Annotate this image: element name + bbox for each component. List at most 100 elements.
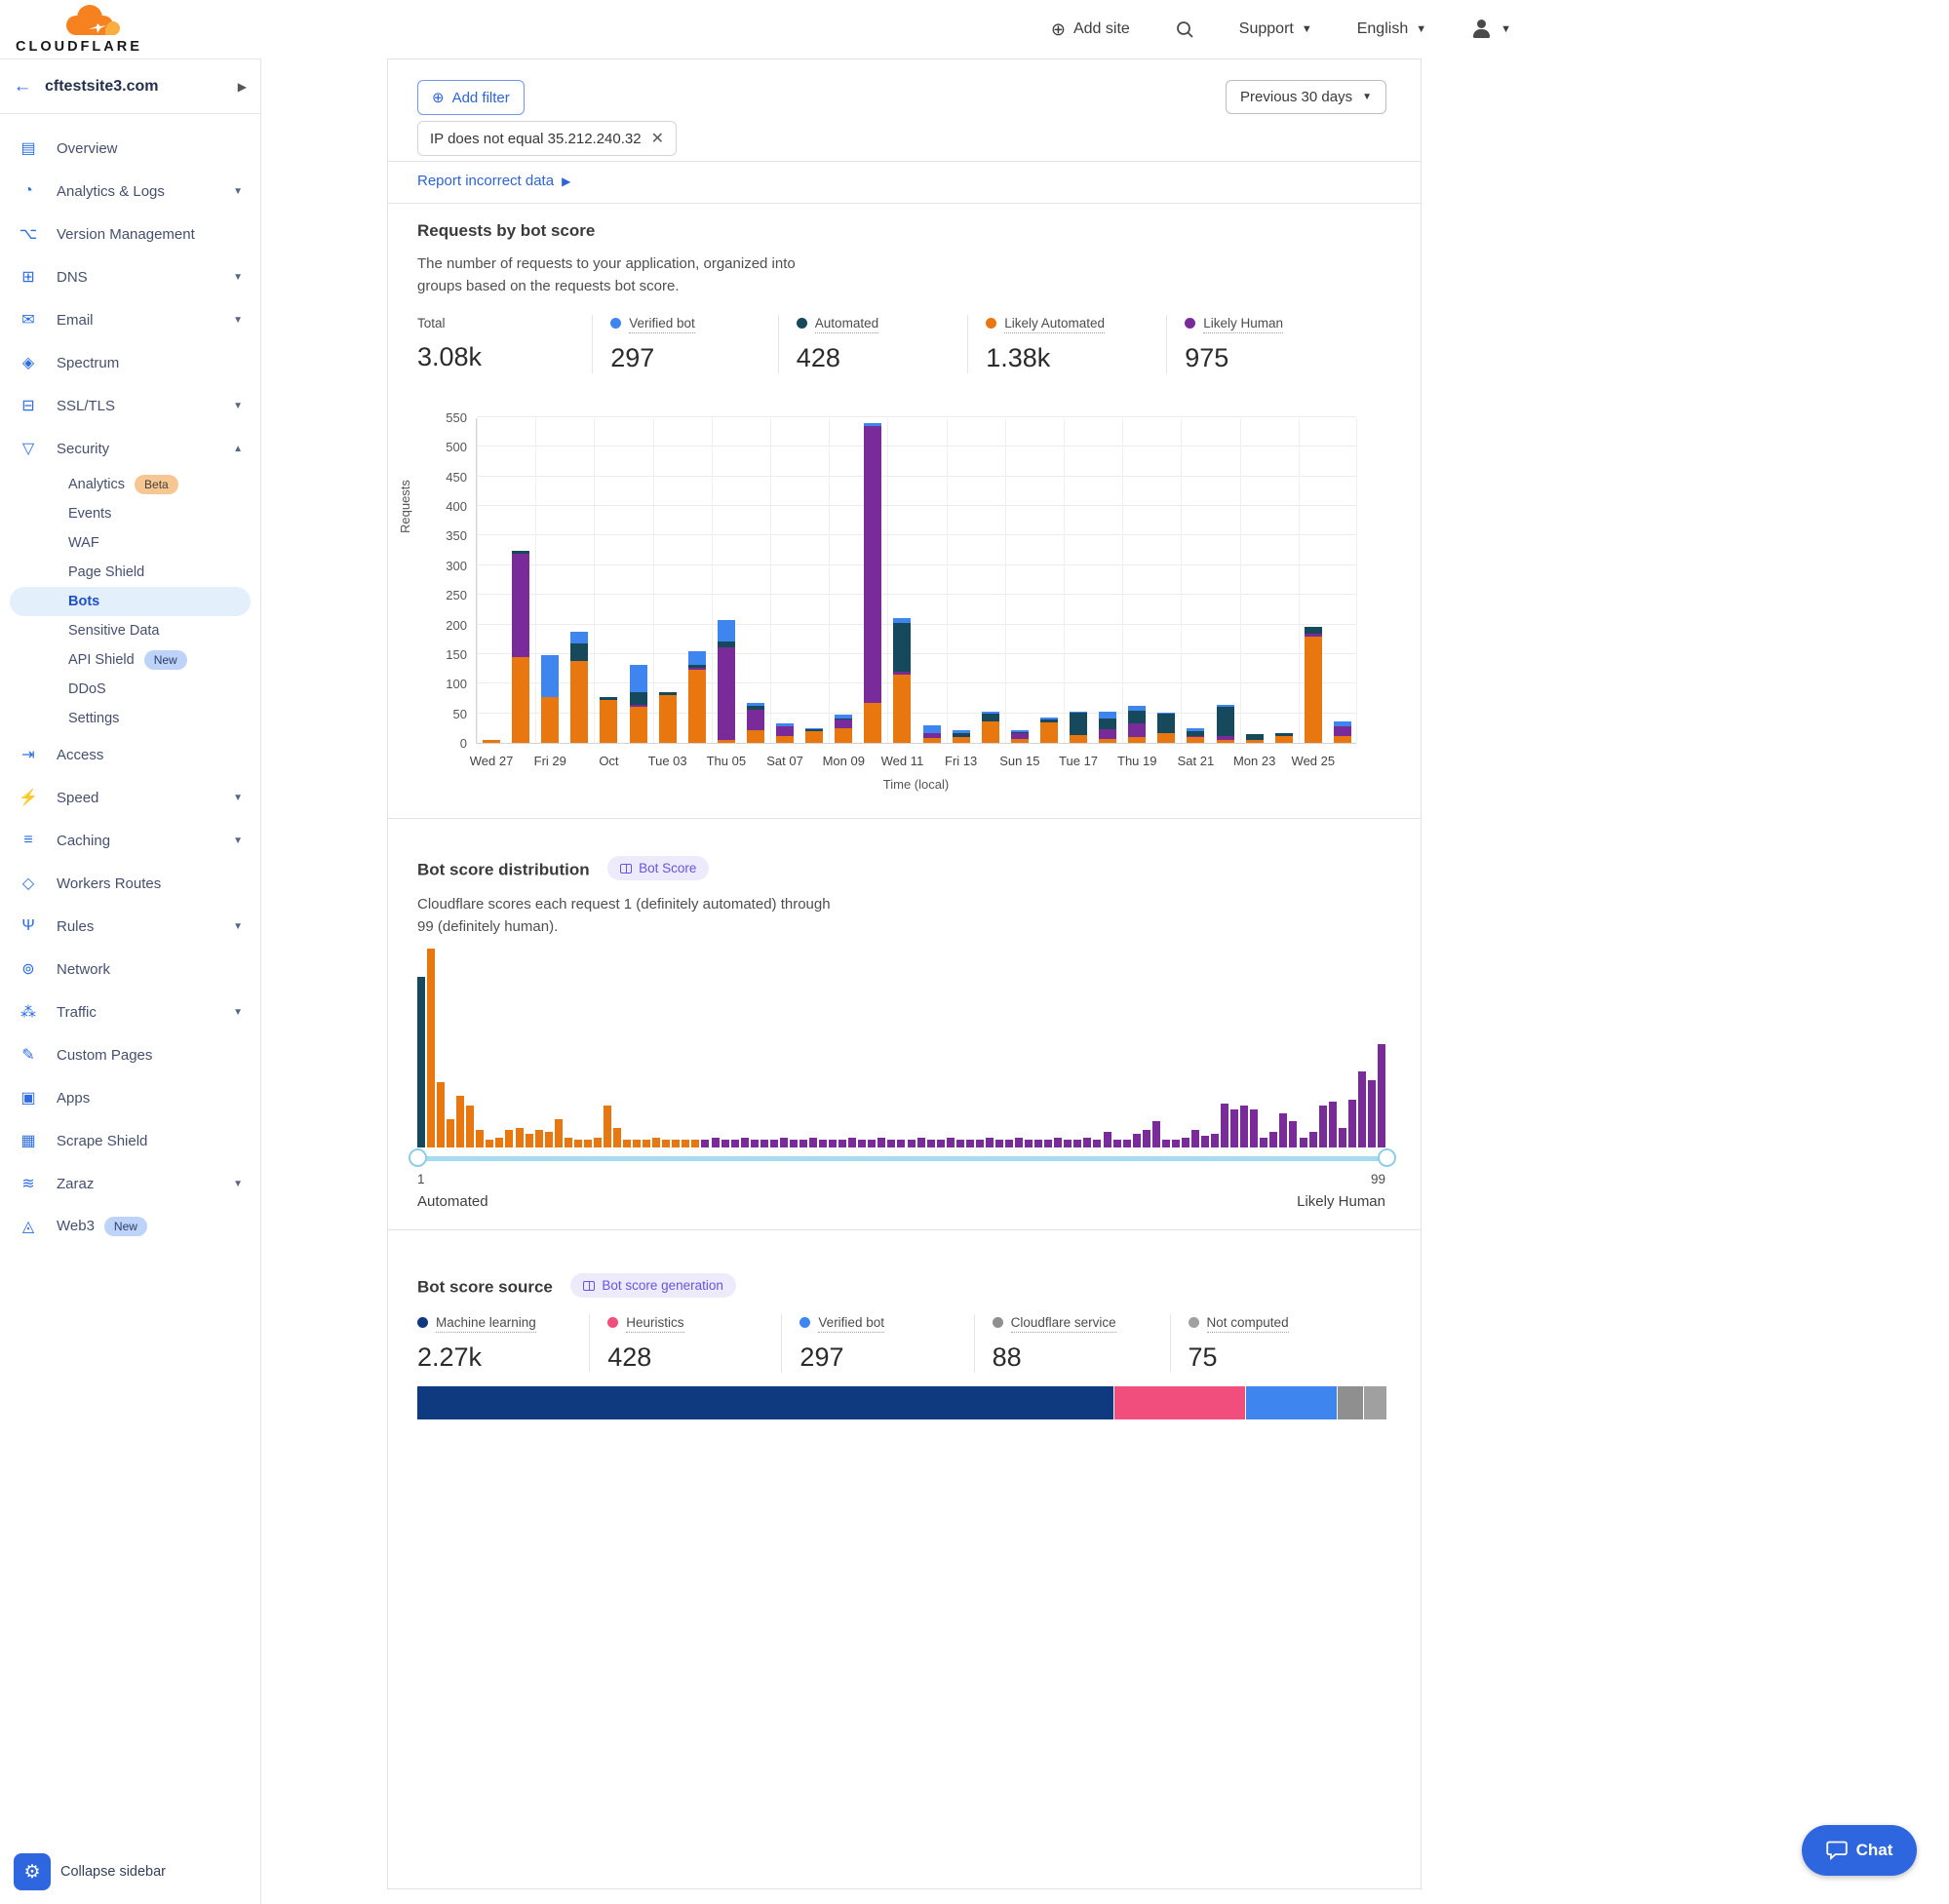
slider-handle-max[interactable] <box>1378 1148 1396 1167</box>
filter-chip[interactable]: IP does not equal 35.212.240.32 ✕ <box>417 121 677 156</box>
stat-verified-bot: Verified bot297 <box>799 1314 974 1373</box>
date-range-dropdown[interactable]: Previous 30 days ▼ <box>1226 80 1386 114</box>
sidebar-item-apps[interactable]: ▣Apps <box>0 1076 260 1119</box>
chevron-right-icon[interactable]: ▶ <box>238 80 247 94</box>
sidebar-item-network[interactable]: ⊚Network <box>0 948 260 991</box>
bot-score-generation-badge[interactable]: Bot score generation <box>570 1273 736 1298</box>
add-site-button[interactable]: ⊕ Add site <box>1051 19 1130 40</box>
histogram-bar-score-95 <box>1339 1128 1346 1147</box>
sidebar-item-security-analytics[interactable]: AnalyticsBeta <box>10 470 251 499</box>
source-segment-cloudflare-service <box>1338 1386 1365 1419</box>
gear-button[interactable]: ⚙ <box>14 1853 51 1890</box>
sidebar-item-security-bots[interactable]: Bots <box>10 587 251 616</box>
bar-segment-likely-automated <box>1128 737 1146 743</box>
sidebar-item-email[interactable]: ✉Email▼ <box>0 298 260 341</box>
sidebar-item-label: DNS <box>57 269 233 286</box>
histogram-bar-score-70 <box>1093 1140 1101 1147</box>
report-incorrect-data-link[interactable]: Report incorrect data ▶ <box>417 173 570 189</box>
sidebar-item-security-waf[interactable]: WAF <box>10 528 251 558</box>
stat-label[interactable]: Not computed <box>1207 1315 1289 1333</box>
sidebar-item-label: Traffic <box>57 1004 233 1021</box>
sidebar-item-scrape-shield[interactable]: ▦Scrape Shield <box>0 1119 260 1162</box>
sidebar-item-speed[interactable]: ⚡Speed▼ <box>0 776 260 819</box>
caching-icon: ≡ <box>0 832 57 849</box>
language-menu[interactable]: English ▼ <box>1357 20 1426 38</box>
sidebar-item-zaraz[interactable]: ≋Zaraz▼ <box>0 1162 260 1205</box>
bar-segment-likely-human <box>864 426 881 703</box>
sidebar-item-dns[interactable]: ⊞DNS▼ <box>0 255 260 298</box>
chat-button[interactable]: Chat <box>1802 1825 1917 1876</box>
search-button[interactable] <box>1175 19 1194 39</box>
stat-label[interactable]: Verified bot <box>629 316 695 333</box>
stat-label[interactable]: Cloudflare service <box>1011 1315 1116 1333</box>
sidebar-item-custom-pages[interactable]: ✎Custom Pages <box>0 1033 260 1076</box>
language-label: English <box>1357 20 1408 38</box>
add-filter-button[interactable]: ⊕ Add filter <box>417 80 525 115</box>
bar-segment-likely-automated <box>688 670 706 743</box>
collapse-sidebar-label[interactable]: Collapse sidebar <box>60 1864 166 1880</box>
bar-segment-automated <box>688 665 706 668</box>
chat-bubble-icon <box>1826 1841 1848 1860</box>
stat-label[interactable]: Heuristics <box>626 1315 683 1333</box>
sidebar-item-label: Workers Routes <box>57 875 260 892</box>
bar-segment-verified-bot <box>953 730 970 732</box>
gridline <box>1064 418 1065 743</box>
stat-label[interactable]: Verified bot <box>818 1315 884 1333</box>
histogram-bar-score-78 <box>1172 1140 1180 1147</box>
sidebar-item-traffic[interactable]: ⁂Traffic▼ <box>0 991 260 1033</box>
sidebar-item-access[interactable]: ⇥Access <box>0 733 260 776</box>
sidebar-item-web3[interactable]: ◬Web3New <box>0 1205 260 1248</box>
stat-label[interactable]: Machine learning <box>436 1315 536 1333</box>
sidebar-item-security-api-shield[interactable]: API ShieldNew <box>10 645 251 675</box>
sidebar-item-version-management[interactable]: ⌥Version Management <box>0 213 260 255</box>
sidebar-item-security[interactable]: ▽Security▲ <box>0 427 260 470</box>
histogram-bar-score-68 <box>1073 1140 1081 1147</box>
account-menu[interactable]: ▼ <box>1471 19 1511 40</box>
slider-handle-min[interactable] <box>409 1148 427 1167</box>
bar-segment-likely-human <box>1011 733 1029 739</box>
histogram-bar-score-71 <box>1104 1132 1111 1147</box>
sidebar-item-ssl-tls[interactable]: ⊟SSL/TLS▼ <box>0 384 260 427</box>
gridline <box>477 564 1356 565</box>
histogram-bar-score-72 <box>1113 1140 1121 1147</box>
sidebar-item-spectrum[interactable]: ◈Spectrum <box>0 341 260 384</box>
sidebar-item-overview[interactable]: ▤Overview <box>0 127 260 170</box>
cloudflare-logo[interactable]: CLOUDFLARE <box>16 4 142 55</box>
histogram-bar-score-99 <box>1378 1044 1385 1147</box>
sidebar-item-rules[interactable]: ΨRules▼ <box>0 905 260 948</box>
bar-segment-likely-automated <box>747 730 764 743</box>
stat-label[interactable]: Likely Human <box>1203 316 1283 333</box>
gear-icon: ⚙ <box>23 1861 40 1884</box>
histogram-bar-score-87 <box>1260 1138 1267 1147</box>
bot-score-badge[interactable]: Bot Score <box>607 856 709 880</box>
histogram-bar-score-96 <box>1348 1100 1356 1147</box>
sidebar-item-security-events[interactable]: Events <box>10 499 251 528</box>
source-segment-verified-bot <box>1246 1386 1338 1419</box>
sidebar-item-analytics-logs[interactable]: ◔Analytics & Logs▼ <box>0 170 260 213</box>
sidebar-item-security-ddos[interactable]: DDoS <box>10 675 251 704</box>
sidebar-item-security-sensitive-data[interactable]: Sensitive Data <box>10 616 251 645</box>
site-name[interactable]: cftestsite3.com <box>45 78 238 96</box>
legend-dot-icon <box>607 1317 618 1328</box>
sidebar-item-workers-routes[interactable]: ◇Workers Routes <box>0 862 260 905</box>
bar-segment-automated <box>1187 731 1204 736</box>
y-tick-label: 200 <box>424 618 467 633</box>
sidebar-item-caching[interactable]: ≡Caching▼ <box>0 819 260 862</box>
histogram-bar-score-6 <box>466 1106 474 1147</box>
sidebar-item-security-page-shield[interactable]: Page Shield <box>10 558 251 587</box>
histogram-bar-score-50 <box>897 1140 905 1147</box>
stat-value: 3.08k <box>417 342 574 372</box>
gridline <box>477 476 1356 477</box>
sidebar-item-label: Speed <box>57 790 233 806</box>
support-menu[interactable]: Support ▼ <box>1239 20 1312 38</box>
slider-max-value: 99 <box>1371 1172 1385 1186</box>
close-icon[interactable]: ✕ <box>651 129 664 148</box>
sidebar-item-security-settings[interactable]: Settings <box>10 704 251 733</box>
stat-label[interactable]: Likely Automated <box>1004 316 1105 333</box>
stat-label[interactable]: Automated <box>815 316 878 333</box>
score-range-slider[interactable] <box>417 1156 1387 1161</box>
chevron-down-icon: ▼ <box>233 186 243 197</box>
workers-routes-icon: ◇ <box>0 874 57 893</box>
back-arrow-icon[interactable]: ← <box>0 76 45 97</box>
site-switcher: ← cftestsite3.com ▶ <box>0 59 260 114</box>
